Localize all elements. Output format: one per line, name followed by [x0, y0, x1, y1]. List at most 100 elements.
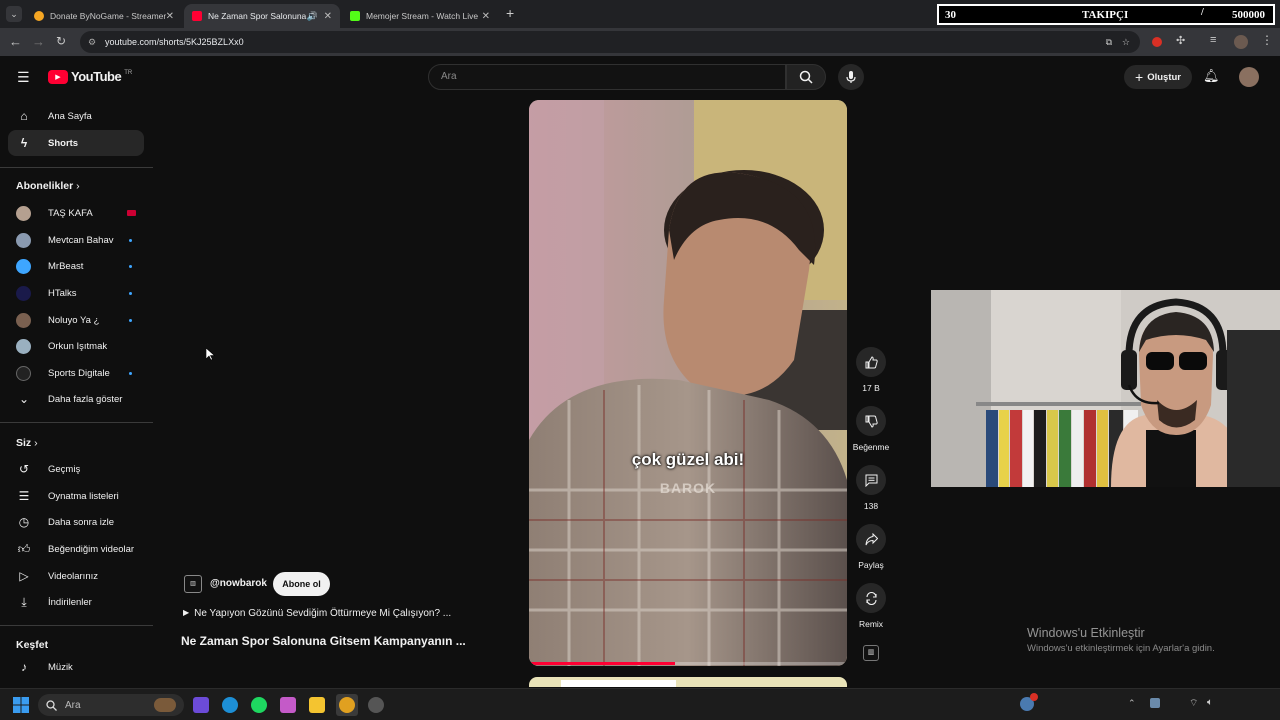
- sidebar-item-channel[interactable]: HTalks: [8, 280, 144, 306]
- taskbar-search[interactable]: Ara: [38, 694, 184, 716]
- sidebar-item-channel[interactable]: MrBeast: [8, 253, 144, 279]
- address-field[interactable]: ⚙ youtube.com/shorts/5KJ25BZLXx0 ⧉ ☆: [80, 31, 1140, 53]
- divider: [0, 625, 153, 626]
- follower-label: TAKIPÇI: [1082, 9, 1129, 21]
- sidebar-item-shorts[interactable]: ϟ Shorts: [8, 130, 144, 156]
- show-more-button[interactable]: ⌄ Daha fazla göster: [8, 386, 144, 412]
- close-icon[interactable]: ✕: [324, 11, 332, 22]
- search-button[interactable]: [786, 64, 826, 90]
- tab-donate[interactable]: Donate ByNoGame - Streamer ✕: [26, 4, 182, 28]
- heading-text: Abonelikler: [16, 180, 74, 192]
- sidebar-item-channel[interactable]: Sports Digitale: [8, 360, 144, 386]
- next-short-preview[interactable]: [529, 677, 847, 687]
- home-icon: ⌂: [20, 109, 28, 123]
- taskbar-app-icon[interactable]: [193, 697, 209, 713]
- youtube-page: ☰ ▶ YouTube TR Ara + Oluştur 🔔︎ ⌂ Ana Say…: [0, 57, 1280, 687]
- sidebar-item-label: HTalks: [48, 287, 77, 299]
- remix-icon: [865, 591, 877, 605]
- sidebar: ⌂ Ana Sayfa ϟ Shorts Abonelikler › TAŞ KAF…: [0, 57, 153, 687]
- account-avatar[interactable]: [1239, 67, 1259, 87]
- like-button[interactable]: 17 B: [855, 347, 887, 393]
- subscriptions-heading[interactable]: Abonelikler ›: [16, 180, 80, 192]
- heading-text: Siz: [16, 437, 32, 449]
- subscribe-button[interactable]: Abone ol: [273, 572, 330, 596]
- create-button[interactable]: + Oluştur: [1124, 65, 1192, 89]
- sidebar-item-watch-later[interactable]: ◷ Daha sonra izle: [8, 509, 144, 535]
- sidebar-item-label: Müzik: [48, 661, 73, 673]
- you-heading[interactable]: Siz ›: [16, 437, 38, 449]
- search-input[interactable]: Ara: [428, 64, 786, 90]
- spotify-icon[interactable]: [251, 697, 267, 713]
- tab-memojer[interactable]: Memojer Stream - Watch Live ✕: [342, 4, 498, 28]
- tab-search-button[interactable]: ⌄: [6, 6, 22, 22]
- search-icon: [46, 699, 57, 711]
- tray-overflow-icon[interactable]: ⌃: [1128, 698, 1136, 709]
- reading-list-icon[interactable]: ≡: [1210, 34, 1216, 46]
- sidebar-item-label: Noluyo Ya ¿: [48, 314, 100, 326]
- sidebar-item-channel[interactable]: Noluyo Ya ¿: [8, 307, 144, 333]
- music-icon: ♪: [21, 660, 27, 674]
- playlist-link[interactable]: ▶ Ne Yapıyon Gözünü Sevdiğim Öttürmeye M…: [183, 608, 451, 619]
- channel-logo-avatar[interactable]: ▥: [184, 575, 202, 593]
- notifications-bell-icon[interactable]: 🔔︎: [1203, 68, 1220, 84]
- extension-icon[interactable]: [1152, 37, 1162, 47]
- video-watermark: BAROK: [659, 480, 717, 496]
- new-tab-button[interactable]: +: [506, 5, 514, 21]
- sidebar-item-history[interactable]: ↺ Geçmiş: [8, 456, 144, 482]
- close-icon[interactable]: ✕: [482, 11, 490, 22]
- install-icon[interactable]: ⧉: [1106, 31, 1112, 53]
- video-icon: ▷: [19, 569, 29, 583]
- file-explorer-icon[interactable]: [309, 697, 325, 713]
- tab-youtube-short[interactable]: Ne Zaman Spor Salonuna G 🔊 ✕: [184, 4, 340, 28]
- dislike-button[interactable]: Beğenme: [853, 406, 889, 452]
- channel-handle[interactable]: @nowbarok: [210, 578, 267, 589]
- forward-icon[interactable]: →: [32, 34, 45, 49]
- weather-badge: [1030, 693, 1038, 701]
- sidebar-item-label: Orkun Işıtmak: [48, 340, 108, 352]
- volume-icon[interactable]: 🔈︎: [1207, 697, 1213, 708]
- webcam-feed: [931, 290, 1280, 487]
- windows-start-icon[interactable]: [13, 697, 29, 713]
- tray-app-icon[interactable]: [1150, 698, 1160, 708]
- bookmark-star-icon[interactable]: ☆: [1122, 31, 1130, 53]
- sidebar-item-channel[interactable]: TAŞ KAFA: [8, 200, 144, 226]
- sidebar-item-home[interactable]: ⌂ Ana Sayfa: [8, 103, 144, 129]
- voice-search-button[interactable]: [838, 64, 864, 90]
- profile-avatar[interactable]: [1234, 35, 1248, 49]
- copilot-icon[interactable]: [280, 697, 296, 713]
- mouse-cursor-icon: [206, 348, 215, 361]
- reload-icon[interactable]: ↻: [56, 34, 66, 48]
- sidebar-item-channel[interactable]: Mevtcan Bahav: [8, 227, 144, 253]
- sidebar-item-your-videos[interactable]: ▷ Videolarınız: [8, 563, 144, 589]
- channel-avatar: [16, 285, 31, 301]
- extensions-puzzle-icon[interactable]: ✣: [1176, 34, 1185, 47]
- sidebar-item-liked-videos[interactable]: 👍︎ Beğendiğim videolar: [8, 536, 144, 562]
- speaker-icon[interactable]: 🔊: [307, 11, 318, 22]
- windows-activation-title: Windows'u Etkinleştir: [1027, 626, 1145, 640]
- site-info-icon[interactable]: ⚙: [88, 31, 96, 53]
- sidebar-item-label: Geçmiş: [48, 463, 81, 475]
- like-count: 17 B: [862, 383, 880, 393]
- sidebar-item-label: Oynatma listeleri: [48, 490, 119, 502]
- network-icon[interactable]: ⌔: [1189, 697, 1198, 710]
- sound-source-avatar[interactable]: ▥: [863, 645, 879, 661]
- edge-browser-icon[interactable]: [222, 697, 238, 713]
- sidebar-item-downloads[interactable]: ⤓ İndirilenler: [8, 589, 144, 615]
- remix-button[interactable]: Remix: [855, 583, 887, 629]
- close-icon[interactable]: ✕: [166, 11, 174, 22]
- obs-icon[interactable]: [368, 697, 384, 713]
- progress-track[interactable]: [529, 662, 847, 665]
- short-video-player[interactable]: çok güzel abi! BAROK: [529, 100, 847, 666]
- back-icon[interactable]: ←: [9, 34, 22, 49]
- short-title[interactable]: Ne Zaman Spor Salonuna Gitsem Kampanyanı…: [181, 634, 466, 648]
- browser-menu-icon[interactable]: ⋮: [1261, 33, 1273, 47]
- thumbs-up-icon: 👍︎: [17, 541, 31, 556]
- sidebar-item-music[interactable]: ♪ Müzik: [8, 654, 144, 680]
- share-button[interactable]: Paylaş: [855, 524, 887, 570]
- thumbs-down-icon: [865, 415, 878, 428]
- sidebar-item-channel[interactable]: Orkun Işıtmak: [8, 333, 144, 359]
- comments-button[interactable]: 138: [855, 465, 887, 511]
- sidebar-item-playlists[interactable]: ☰ Oynatma listeleri: [8, 483, 144, 509]
- comment-count: 138: [863, 501, 879, 511]
- goal-separator: /: [1201, 7, 1204, 18]
